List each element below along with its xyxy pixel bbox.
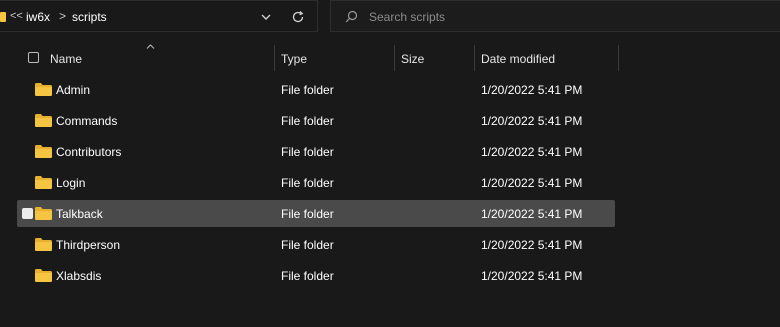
breadcrumb-item-iw6x[interactable]: iw6x: [26, 10, 50, 24]
select-all-checkbox[interactable]: [28, 52, 39, 63]
item-type: File folder: [281, 145, 334, 159]
item-type: File folder: [281, 176, 334, 190]
folder-icon: [35, 207, 52, 220]
list-item-xlabsdis[interactable]: Xlabsdis File folder 1/20/2022 5:41 PM: [17, 262, 615, 289]
column-header-type[interactable]: Type: [281, 52, 307, 66]
item-name: Talkback: [56, 207, 103, 221]
item-date-modified: 1/20/2022 5:41 PM: [481, 114, 583, 128]
column-divider[interactable]: [394, 45, 395, 71]
item-date-modified: 1/20/2022 5:41 PM: [481, 238, 583, 252]
search-input[interactable]: [369, 8, 749, 26]
folder-icon: [35, 145, 52, 158]
item-type: File folder: [281, 238, 334, 252]
item-name: Login: [56, 176, 86, 190]
item-type: File folder: [281, 207, 334, 221]
list-item-contributors[interactable]: Contributors File folder 1/20/2022 5:41 …: [17, 138, 615, 165]
item-name: Contributors: [56, 145, 122, 159]
item-date-modified: 1/20/2022 5:41 PM: [481, 176, 583, 190]
column-divider[interactable]: [474, 45, 475, 71]
folder-icon: [35, 269, 52, 282]
sort-ascending-icon: [146, 44, 155, 49]
folder-icon: [0, 12, 6, 22]
column-header-date-modified[interactable]: Date modified: [481, 52, 555, 66]
list-item-admin[interactable]: Admin File folder 1/20/2022 5:41 PM: [17, 76, 615, 103]
list-item-login[interactable]: Login File folder 1/20/2022 5:41 PM: [17, 169, 615, 196]
item-date-modified: 1/20/2022 5:41 PM: [481, 207, 583, 221]
breadcrumb-overflow[interactable]: <<: [10, 10, 23, 22]
item-type: File folder: [281, 114, 334, 128]
column-divider[interactable]: [618, 45, 619, 71]
list-item-thirdperson[interactable]: Thirdperson File folder 1/20/2022 5:41 P…: [17, 231, 615, 258]
chevron-down-icon[interactable]: [259, 11, 273, 23]
breadcrumb-chevron-icon[interactable]: >: [59, 9, 66, 23]
item-type: File folder: [281, 83, 334, 97]
row-checkbox[interactable]: [22, 208, 33, 219]
list-item-talkback[interactable]: Talkback File folder 1/20/2022 5:41 PM: [17, 200, 615, 227]
item-type: File folder: [281, 269, 334, 283]
item-date-modified: 1/20/2022 5:41 PM: [481, 269, 583, 283]
folder-icon: [35, 114, 52, 127]
search-icon: [345, 10, 358, 23]
item-name: Thirdperson: [56, 238, 121, 252]
list-item-commands[interactable]: Commands File folder 1/20/2022 5:41 PM: [17, 107, 615, 134]
breadcrumb-item-scripts[interactable]: scripts: [72, 10, 107, 24]
column-header-name[interactable]: Name: [50, 52, 82, 66]
item-name: Commands: [56, 114, 118, 128]
item-date-modified: 1/20/2022 5:41 PM: [481, 145, 583, 159]
refresh-icon[interactable]: [291, 10, 305, 24]
search-box[interactable]: [330, 0, 780, 32]
item-name: Admin: [56, 83, 91, 97]
address-bar[interactable]: << iw6x > scripts: [0, 0, 318, 32]
item-name: Xlabsdis: [56, 269, 102, 283]
column-header-bar: Name Type Size Date modified: [0, 44, 780, 72]
item-date-modified: 1/20/2022 5:41 PM: [481, 83, 583, 97]
column-divider[interactable]: [274, 45, 275, 71]
folder-icon: [35, 238, 52, 251]
folder-icon: [35, 83, 52, 96]
column-header-size[interactable]: Size: [401, 52, 424, 66]
folder-icon: [35, 176, 52, 189]
